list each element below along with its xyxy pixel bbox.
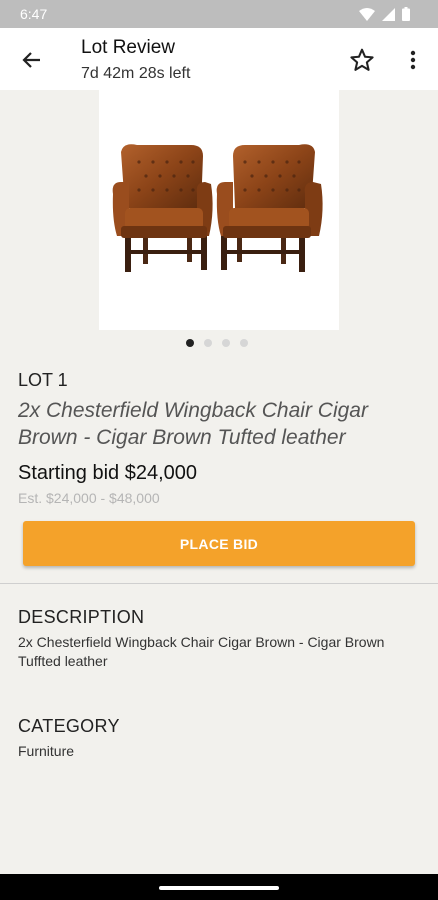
divider (0, 583, 438, 584)
gallery-page-indicator (186, 339, 248, 347)
page-dot-1[interactable] (186, 339, 194, 347)
description-heading: DESCRIPTION (18, 607, 145, 627)
place-bid-button[interactable]: PLACE BID (23, 521, 415, 566)
lot-image[interactable] (99, 90, 339, 330)
signal-icon (382, 7, 395, 21)
overflow-menu-button[interactable] (399, 42, 427, 78)
chairs-photo (112, 144, 323, 272)
category-value: Furniture (18, 743, 75, 759)
description-text: 2x Chesterfield Wingback Chair Cigar Bro… (18, 634, 385, 669)
status-time: 6:47 (20, 6, 48, 22)
battery-icon (402, 7, 410, 21)
wifi-icon (359, 7, 375, 21)
page-dot-4[interactable] (240, 339, 248, 347)
status-bar: 6:47 (0, 0, 438, 28)
page-title: Lot Review (81, 37, 175, 58)
category-heading: CATEGORY (18, 716, 120, 736)
star-outline-icon (350, 48, 374, 71)
status-icons (359, 7, 410, 21)
more-vert-icon (410, 50, 416, 70)
back-button[interactable] (14, 42, 50, 78)
home-gesture-handle[interactable] (159, 886, 279, 890)
app-bar: Lot Review 7d 42m 28s left (0, 28, 438, 90)
system-nav-bar (0, 874, 438, 900)
page-dot-3[interactable] (222, 339, 230, 347)
time-left: 7d 42m 28s left (81, 65, 191, 82)
price-estimate: Est. $24,000 - $48,000 (18, 490, 160, 506)
arrow-back-icon (22, 52, 40, 68)
starting-bid: Starting bid $24,000 (18, 462, 198, 484)
page-dot-2[interactable] (204, 339, 212, 347)
favorite-button[interactable] (344, 42, 380, 78)
lot-number: LOT 1 (18, 370, 68, 390)
lot-title: 2x Chesterfield Wingback Chair Cigar Bro… (18, 399, 368, 449)
